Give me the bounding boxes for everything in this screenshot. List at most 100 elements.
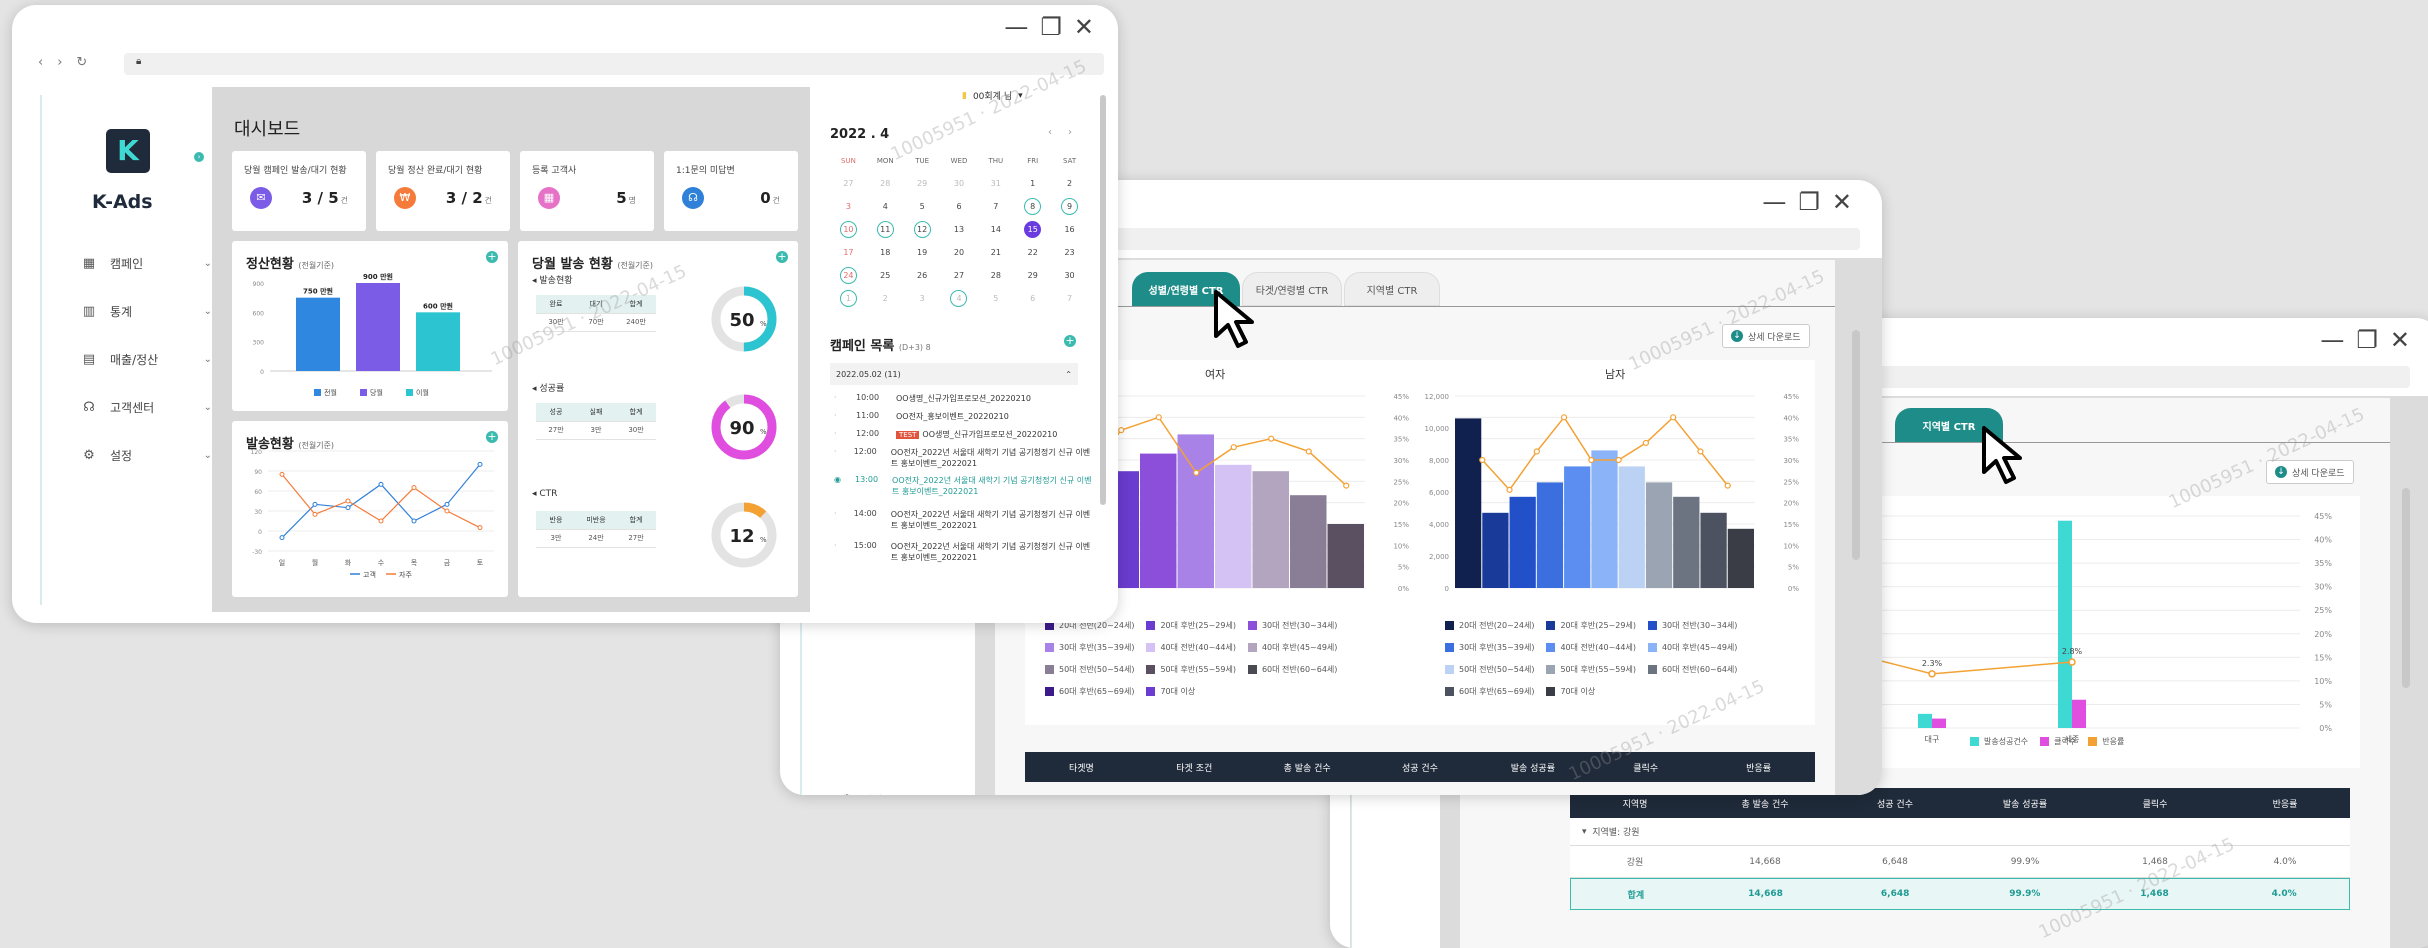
- calendar-day[interactable]: 16: [1051, 220, 1088, 238]
- calendar-day[interactable]: 3: [830, 197, 867, 215]
- stat-card[interactable]: 등록 고객사 ▦ 5명: [520, 151, 654, 231]
- calendar-day[interactable]: 6: [1014, 289, 1051, 307]
- add-icon[interactable]: +: [1064, 335, 1076, 347]
- campaign-item[interactable]: ◉ 13:00 OO전자_2022년 서울대 새학기 기념 공기청정기 신규 이벤트…: [834, 475, 1094, 497]
- day-number: 21: [990, 247, 1001, 257]
- cell: 3만: [576, 421, 616, 440]
- x-tick-label: 대구: [1925, 735, 1940, 744]
- x-tick-label: 일: [279, 558, 285, 567]
- sidebar-toggle-icon[interactable]: ›: [194, 152, 204, 162]
- calendar-day[interactable]: 27: [941, 266, 978, 284]
- stat-card[interactable]: 1:1문의 미답변 ☊ 0건: [664, 151, 798, 231]
- maximize-icon[interactable]: ❐: [1798, 190, 1820, 214]
- calendar-day[interactable]: 29: [1014, 266, 1051, 284]
- campaign-item[interactable]: · 15:00 OO전자_2022년 서울대 새학기 기념 공기청정기 신규 이벤트…: [834, 541, 1094, 563]
- data-label: 2.8%: [2062, 647, 2083, 656]
- calendar-day[interactable]: 25: [867, 266, 904, 284]
- sidebar-item-support[interactable]: ☊ 고객센터 ⌄: [82, 399, 212, 416]
- day-number: 9: [1061, 197, 1079, 215]
- close-icon[interactable]: ✕: [1074, 15, 1094, 39]
- cell: 4.0%: [2273, 856, 2297, 867]
- maximize-icon[interactable]: ❐: [2356, 328, 2378, 352]
- calendar-day[interactable]: 5: [977, 289, 1014, 307]
- calendar-day[interactable]: 4: [941, 289, 978, 307]
- prev-month-icon[interactable]: ‹: [1048, 127, 1052, 138]
- sidebar-item-stats[interactable]: ▥ 통계 ⌄: [82, 303, 212, 320]
- back-icon[interactable]: ‹: [38, 55, 43, 70]
- billing-icon: ▤: [82, 351, 96, 367]
- campaign-item[interactable]: · 11:00 OO전자_홍보이벤트_20220210: [834, 411, 1094, 422]
- calendar-day[interactable]: 29: [904, 174, 941, 192]
- minimize-icon[interactable]: —: [1004, 15, 1028, 39]
- campaign-text: OO생명_신규가입프로모션_20220210: [896, 394, 1031, 403]
- calendar-day[interactable]: 10: [830, 220, 867, 238]
- calendar-day[interactable]: 7: [1051, 289, 1088, 307]
- close-icon[interactable]: ✕: [2390, 328, 2410, 352]
- calendar-day[interactable]: 28: [977, 266, 1014, 284]
- calendar-day[interactable]: 27: [830, 174, 867, 192]
- x-tick-label: 화: [345, 559, 352, 567]
- forward-icon[interactable]: ›: [57, 55, 62, 70]
- address-bar[interactable]: 🔒︎: [124, 53, 1104, 75]
- calendar-day[interactable]: 1: [1014, 174, 1051, 192]
- calendar-day[interactable]: 12: [904, 220, 941, 238]
- campaign-date-group[interactable]: 2022.05.02 (11) ⌃: [830, 363, 1078, 385]
- sidebar-item-settings[interactable]: ⚙ 설정 ⌄: [82, 447, 212, 464]
- campaign-title-text: 캠페인 목록: [830, 339, 895, 354]
- calendar-day[interactable]: 9: [1051, 197, 1088, 215]
- calendar-day[interactable]: 17: [830, 243, 867, 261]
- calendar-day[interactable]: 30: [941, 174, 978, 192]
- calendar-day[interactable]: 21: [977, 243, 1014, 261]
- line-point: [477, 525, 483, 531]
- calendar-day[interactable]: 14: [977, 220, 1014, 238]
- calendar-day[interactable]: 30: [1051, 266, 1088, 284]
- calendar-day[interactable]: 24: [830, 266, 867, 284]
- stat-card[interactable]: 당월 정산 완료/대기 현황 ₩ 3 / 2건: [376, 151, 510, 231]
- calendar-day[interactable]: 8: [1014, 197, 1051, 215]
- calendar-day[interactable]: 31: [977, 174, 1014, 192]
- scrollbar[interactable]: [1100, 95, 1106, 505]
- sidebar-item-billing[interactable]: ▤ 매출/정산 ⌄: [82, 351, 212, 368]
- reload-icon[interactable]: ↻: [76, 55, 87, 70]
- maximize-icon[interactable]: ❐: [1040, 15, 1062, 39]
- calendar-day[interactable]: 2: [867, 289, 904, 307]
- calendar-day[interactable]: 26: [904, 266, 941, 284]
- gender-chart-area: 여자 남자 45% 40% 35% 30% 25% 20% 15% 10% 5% 0% 45% 40%…: [1025, 360, 1815, 725]
- calendar-day[interactable]: 18: [867, 243, 904, 261]
- stat-value: 0건: [760, 189, 780, 207]
- calendar-day[interactable]: 5: [904, 197, 941, 215]
- calendar-day[interactable]: 20: [941, 243, 978, 261]
- calendar-day[interactable]: 3: [904, 289, 941, 307]
- calendar-day[interactable]: 22: [1014, 243, 1051, 261]
- notification-icon[interactable]: ▮: [962, 91, 967, 101]
- calendar-day[interactable]: 2: [1051, 174, 1088, 192]
- calendar-day[interactable]: 7: [977, 197, 1014, 215]
- tab-region-ctr[interactable]: 지역별 CTR: [1344, 272, 1440, 306]
- scrollbar[interactable]: [2402, 488, 2410, 688]
- minimize-icon[interactable]: —: [2320, 328, 2344, 352]
- close-icon[interactable]: ✕: [1832, 190, 1852, 214]
- calendar-day[interactable]: 4: [867, 197, 904, 215]
- swatch: [1247, 621, 1257, 630]
- calendar-day[interactable]: 13: [941, 220, 978, 238]
- calendar-day[interactable]: 23: [1051, 243, 1088, 261]
- campaign-item[interactable]: · 12:00 TEST OO생명_신규가입프로모션_20220210: [834, 429, 1094, 441]
- calendar-day[interactable]: 19: [904, 243, 941, 261]
- calendar-day[interactable]: 15: [1014, 220, 1051, 238]
- sidebar-item-settings[interactable]: ⚙ 설정: [842, 792, 882, 795]
- add-icon[interactable]: +: [776, 251, 788, 263]
- campaign-item[interactable]: · 10:00 OO생명_신규가입프로모션_20220210: [834, 393, 1094, 404]
- cell: 합계: [1627, 890, 1645, 901]
- sidebar-item-campaign[interactable]: ▦ 캠페인 ⌄: [82, 255, 212, 272]
- calendar-day[interactable]: 11: [867, 220, 904, 238]
- calendar-day[interactable]: 28: [867, 174, 904, 192]
- campaign-item[interactable]: · 12:00 OO전자_2022년 서울대 새학기 기념 공기청정기 신규 이벤트…: [834, 447, 1094, 469]
- next-month-icon[interactable]: ›: [1068, 127, 1072, 138]
- stat-card[interactable]: 당월 캠페인 발송/대기 현황 ✉ 3 / 5건: [232, 151, 366, 231]
- section-label: ◂ 발송현황: [532, 276, 573, 286]
- minimize-icon[interactable]: —: [1762, 190, 1786, 214]
- calendar-day[interactable]: 6: [941, 197, 978, 215]
- campaign-item[interactable]: · 14:00 OO전자_2022년 서울대 새학기 기념 공기청정기 신규 이벤트…: [834, 509, 1094, 531]
- scrollbar[interactable]: [1852, 330, 1860, 560]
- calendar-day[interactable]: 1: [830, 289, 867, 307]
